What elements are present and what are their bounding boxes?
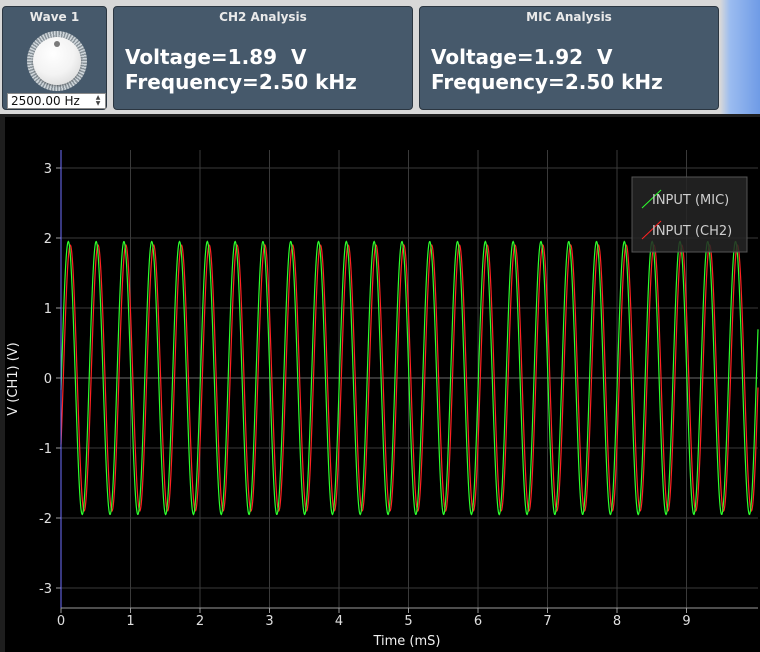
mic-analysis-panel: MIC Analysis Voltage=1.92 V Frequency=2.…	[419, 6, 719, 110]
x-tick-label: 4	[335, 614, 343, 629]
frequency-knob[interactable]	[27, 31, 87, 91]
ch2-analysis-panel: CH2 Analysis Voltage=1.89 V Frequency=2.…	[113, 6, 413, 110]
legend-label-mic: INPUT (MIC)	[652, 193, 729, 208]
x-tick-label: 3	[265, 614, 273, 629]
y-tick-label: 2	[44, 232, 52, 247]
x-tick-label: 5	[404, 614, 412, 629]
frequency-spinbox[interactable]: 2500.00 Hz ▲ ▼	[7, 93, 106, 109]
chart-legend: INPUT (MIC) INPUT (CH2)	[631, 176, 748, 253]
mic-frequency: Frequency=2.50 kHz	[431, 70, 663, 94]
plot-area[interactable]: 0 1 2 3 4 5 6 7 8 9 3 2 1 0 -1 -2 -3 Time (mS) V (CH1) (…	[0, 114, 760, 652]
wave-generator-panel: Wave 1 2500.00 Hz ▲ ▼	[2, 6, 107, 110]
knob-indicator-icon	[54, 41, 60, 47]
x-tick-label: 2	[196, 614, 204, 629]
x-tick-label: 1	[126, 614, 134, 629]
mic-panel-title: MIC Analysis	[526, 10, 612, 24]
legend-label-ch2: INPUT (CH2)	[652, 224, 732, 239]
frequency-value: 2500.00 Hz	[11, 94, 80, 108]
x-tick-label: 0	[57, 614, 65, 629]
ch2-voltage: Voltage=1.89 V	[125, 45, 307, 69]
ch2-frequency: Frequency=2.50 kHz	[125, 70, 357, 94]
x-axis-label: Time (mS)	[372, 634, 440, 649]
y-tick-label: -2	[39, 512, 52, 527]
x-tick-label: 8	[613, 614, 621, 629]
y-tick-label: 3	[44, 162, 52, 177]
mic-voltage: Voltage=1.92 V	[431, 45, 613, 69]
wave-panel-title: Wave 1	[29, 10, 80, 24]
y-tick-label: -1	[39, 442, 52, 457]
x-tick-label: 6	[474, 614, 482, 629]
y-axis-label: V (CH1) (V)	[6, 342, 21, 415]
knob-cap	[33, 37, 81, 85]
oscilloscope-chart[interactable]: 0 1 2 3 4 5 6 7 8 9 3 2 1 0 -1 -2 -3 Time (mS) V (CH1) (…	[0, 114, 760, 652]
legend-box	[631, 176, 748, 253]
x-tick-label: 9	[682, 614, 690, 629]
ch2-panel-title: CH2 Analysis	[219, 10, 307, 24]
x-tick-label: 7	[543, 614, 551, 629]
spin-arrows-icon[interactable]: ▲ ▼	[93, 95, 103, 107]
y-tick-label: 1	[44, 302, 52, 317]
y-tick-label: 0	[44, 372, 52, 387]
y-tick-label: -3	[39, 582, 52, 597]
